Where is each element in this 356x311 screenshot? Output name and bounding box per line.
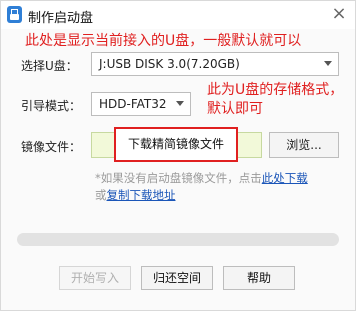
usb-drive-icon: [7, 6, 22, 23]
usb-select[interactable]: J:USB DISK 3.0(7.20GB): [91, 52, 339, 76]
annotation-format-note: 此为U盘的存储格式，默认即可: [207, 82, 344, 117]
download-image-button[interactable]: 下载精简镜像文件: [114, 127, 238, 162]
image-file-label: 镜像文件：: [21, 140, 82, 154]
chevron-down-icon: [176, 101, 184, 106]
title-bar: 制作启动盘 ×: [1, 1, 355, 29]
boot-mode-value: HDD-FAT32: [99, 97, 167, 111]
hint-text: *如果没有启动盘镜像文件，点击: [95, 171, 262, 185]
boot-mode-select[interactable]: HDD-FAT32: [91, 92, 191, 116]
chevron-down-icon: [324, 61, 332, 66]
make-boot-disk-dialog: 制作启动盘 × 此处是显示当前接入的U盘，一般默认就可以 选择U盘： J:USB…: [0, 0, 356, 311]
progress-bar: [17, 233, 339, 246]
usb-label: 选择U盘：: [21, 59, 78, 73]
boot-mode-label: 引导模式：: [21, 99, 82, 113]
browse-button[interactable]: 浏览...: [269, 132, 339, 158]
restore-space-button[interactable]: 归还空间: [141, 266, 213, 290]
start-write-button[interactable]: 开始写入: [59, 266, 131, 290]
usb-select-value: J:USB DISK 3.0(7.20GB): [99, 57, 240, 71]
download-hint: *如果没有启动盘镜像文件，点击此处下载 或复制下载地址: [95, 170, 345, 204]
annotation-usb-note: 此处是显示当前接入的U盘，一般默认就可以: [25, 33, 302, 49]
help-button[interactable]: 帮助: [223, 266, 295, 290]
window-title: 制作启动盘: [28, 11, 94, 26]
close-icon[interactable]: ×: [329, 4, 349, 24]
hint-or: 或: [95, 188, 107, 202]
download-here-link[interactable]: 此处下载: [262, 171, 308, 185]
copy-download-url-link[interactable]: 复制下载地址: [107, 188, 176, 202]
